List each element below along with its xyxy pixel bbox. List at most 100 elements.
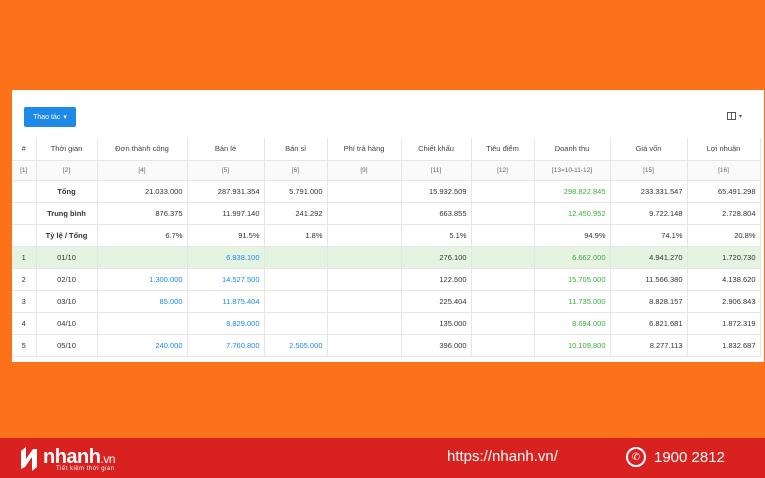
summary-empty-cell — [12, 180, 37, 203]
col-cost[interactable]: Giá vốn — [610, 138, 688, 161]
row-cell-link[interactable]: 240.000 — [97, 334, 188, 357]
report-table: # Thời gian Đơn thành công Bán lẻ Bán sỉ… — [12, 138, 761, 357]
row-cell: 396.000 — [401, 334, 472, 357]
hotline[interactable]: ✆ 1900 2812 — [626, 447, 725, 467]
summary-label: Trung bình — [36, 202, 98, 225]
summary-row-ratio: Tỷ lệ / Tổng 6.7% 91.5% 1.8% 5.1% 94.9% … — [12, 224, 761, 247]
row-cell-link[interactable]: 11.875.404 — [187, 290, 265, 313]
row-date: 05/10 — [36, 334, 98, 357]
index-cell: [15] — [610, 160, 688, 181]
col-discount[interactable]: Chiết khấu — [401, 138, 472, 161]
summary-cell: 1.8% — [264, 224, 328, 247]
index-cell: [9] — [327, 160, 402, 181]
row-cell-link[interactable] — [97, 312, 188, 335]
row-date: 01/10 — [36, 246, 98, 269]
col-points[interactable]: Tiêu điểm — [471, 138, 535, 161]
row-cell — [471, 334, 535, 357]
row-cell: 225.404 — [401, 290, 472, 313]
website-url[interactable]: https://nhanh.vn/ — [447, 448, 558, 465]
row-cell: 8.828.157 — [610, 290, 688, 313]
row-number: 3 — [12, 290, 37, 313]
row-cell: 1.720.730 — [687, 246, 761, 269]
row-cell-link[interactable]: 6.938.100 — [187, 246, 265, 269]
summary-cell: 233.331.547 — [610, 180, 688, 203]
nhanh-logo-icon — [21, 447, 37, 471]
summary-cell: 663.855 — [401, 202, 472, 225]
row-cell: 11.566.380 — [610, 268, 688, 291]
table-row[interactable]: 2 02/10 1.300.000 14.527.500 122.500 15.… — [12, 268, 761, 291]
row-cell: 8.277.113 — [610, 334, 688, 357]
table-row[interactable]: 1 01/10 6.938.100 276.100 6.662.000 4.94… — [12, 246, 761, 269]
summary-cell: 11.997.140 — [187, 202, 265, 225]
row-cell-link[interactable] — [264, 246, 328, 269]
action-button[interactable]: Thao tác ▾ — [24, 107, 76, 127]
row-cell-link[interactable] — [264, 312, 328, 335]
row-cell: 2.906.843 — [687, 290, 761, 313]
summary-cell: 5.791.000 — [264, 180, 328, 203]
index-cell: [6] — [264, 160, 328, 181]
row-date: 02/10 — [36, 268, 98, 291]
summary-cell: 94.9% — [534, 224, 611, 247]
summary-cell: 2.728.804 — [687, 202, 761, 225]
table-row[interactable]: 4 04/10 8.829.000 135.000 8.694.000 6.82… — [12, 312, 761, 335]
row-cell — [327, 268, 402, 291]
index-cell: [4] — [97, 160, 188, 181]
row-cell — [327, 246, 402, 269]
row-cell: 4.138.620 — [687, 268, 761, 291]
index-cell: [13=10-11-12] — [534, 160, 611, 181]
summary-cell: 241.292 — [264, 202, 328, 225]
row-cell-link[interactable] — [264, 290, 328, 313]
chevron-down-icon: ▾ — [738, 113, 742, 120]
col-retail[interactable]: Bán lẻ — [187, 138, 265, 161]
col-number[interactable]: # — [12, 138, 37, 161]
row-cell-link[interactable]: 7.760.800 — [187, 334, 265, 357]
index-row: [1] [2] [4] [5] [6] [9] [11] [12] [13=10… — [12, 160, 761, 181]
col-successful-orders[interactable]: Đơn thành công — [97, 138, 188, 161]
index-cell: [2] — [36, 160, 98, 181]
row-cell — [471, 290, 535, 313]
columns-icon — [726, 112, 736, 120]
summary-cell — [471, 224, 535, 247]
index-cell: [16] — [687, 160, 761, 181]
top-banner — [0, 0, 765, 90]
col-profit[interactable]: Lợi nhuận — [687, 138, 761, 161]
summary-cell: 20.8% — [687, 224, 761, 247]
summary-cell: 15.932.509 — [401, 180, 472, 203]
row-cell-link[interactable]: 2.505.000 — [264, 334, 328, 357]
summary-cell: 21.033.000 — [97, 180, 188, 203]
summary-label: Tỷ lệ / Tổng — [36, 224, 98, 247]
summary-row-total: Tổng 21.033.000 287.931.354 5.791.000 15… — [12, 180, 761, 203]
row-cell — [327, 334, 402, 357]
row-cell — [471, 268, 535, 291]
table-row[interactable]: 5 05/10 240.000 7.760.800 2.505.000 396.… — [12, 334, 761, 357]
index-cell: [11] — [401, 160, 472, 181]
summary-label: Tổng — [36, 180, 98, 203]
row-cell — [471, 246, 535, 269]
index-cell: [5] — [187, 160, 265, 181]
row-cell-link[interactable] — [264, 268, 328, 291]
summary-cell: 9.722.148 — [610, 202, 688, 225]
column-toggle-button[interactable]: ▾ — [726, 112, 742, 120]
row-cell: 8.694.000 — [534, 312, 611, 335]
row-cell: 15.705.000 — [534, 268, 611, 291]
row-cell-link[interactable] — [97, 246, 188, 269]
summary-cell: 12.450.952 — [534, 202, 611, 225]
chevron-down-icon: ▾ — [63, 114, 67, 121]
row-cell-link[interactable]: 1.300.000 — [97, 268, 188, 291]
col-wholesale[interactable]: Bán sỉ — [264, 138, 328, 161]
summary-cell: 74.1% — [610, 224, 688, 247]
col-time[interactable]: Thời gian — [36, 138, 98, 161]
row-cell-link[interactable]: 85.000 — [97, 290, 188, 313]
row-cell: 6.662.000 — [534, 246, 611, 269]
row-cell-link[interactable]: 14.527.500 — [187, 268, 265, 291]
table-row[interactable]: 3 03/10 85.000 11.875.404 225.404 11.735… — [12, 290, 761, 313]
row-number: 5 — [12, 334, 37, 357]
summary-cell — [327, 224, 402, 247]
col-revenue[interactable]: Doanh thu — [534, 138, 611, 161]
col-return-fee[interactable]: Phí trả hàng — [327, 138, 402, 161]
row-cell-link[interactable]: 8.829.000 — [187, 312, 265, 335]
row-cell: 122.500 — [401, 268, 472, 291]
index-cell: [1] — [12, 160, 37, 181]
summary-cell — [327, 202, 402, 225]
row-cell: 6.821.681 — [610, 312, 688, 335]
